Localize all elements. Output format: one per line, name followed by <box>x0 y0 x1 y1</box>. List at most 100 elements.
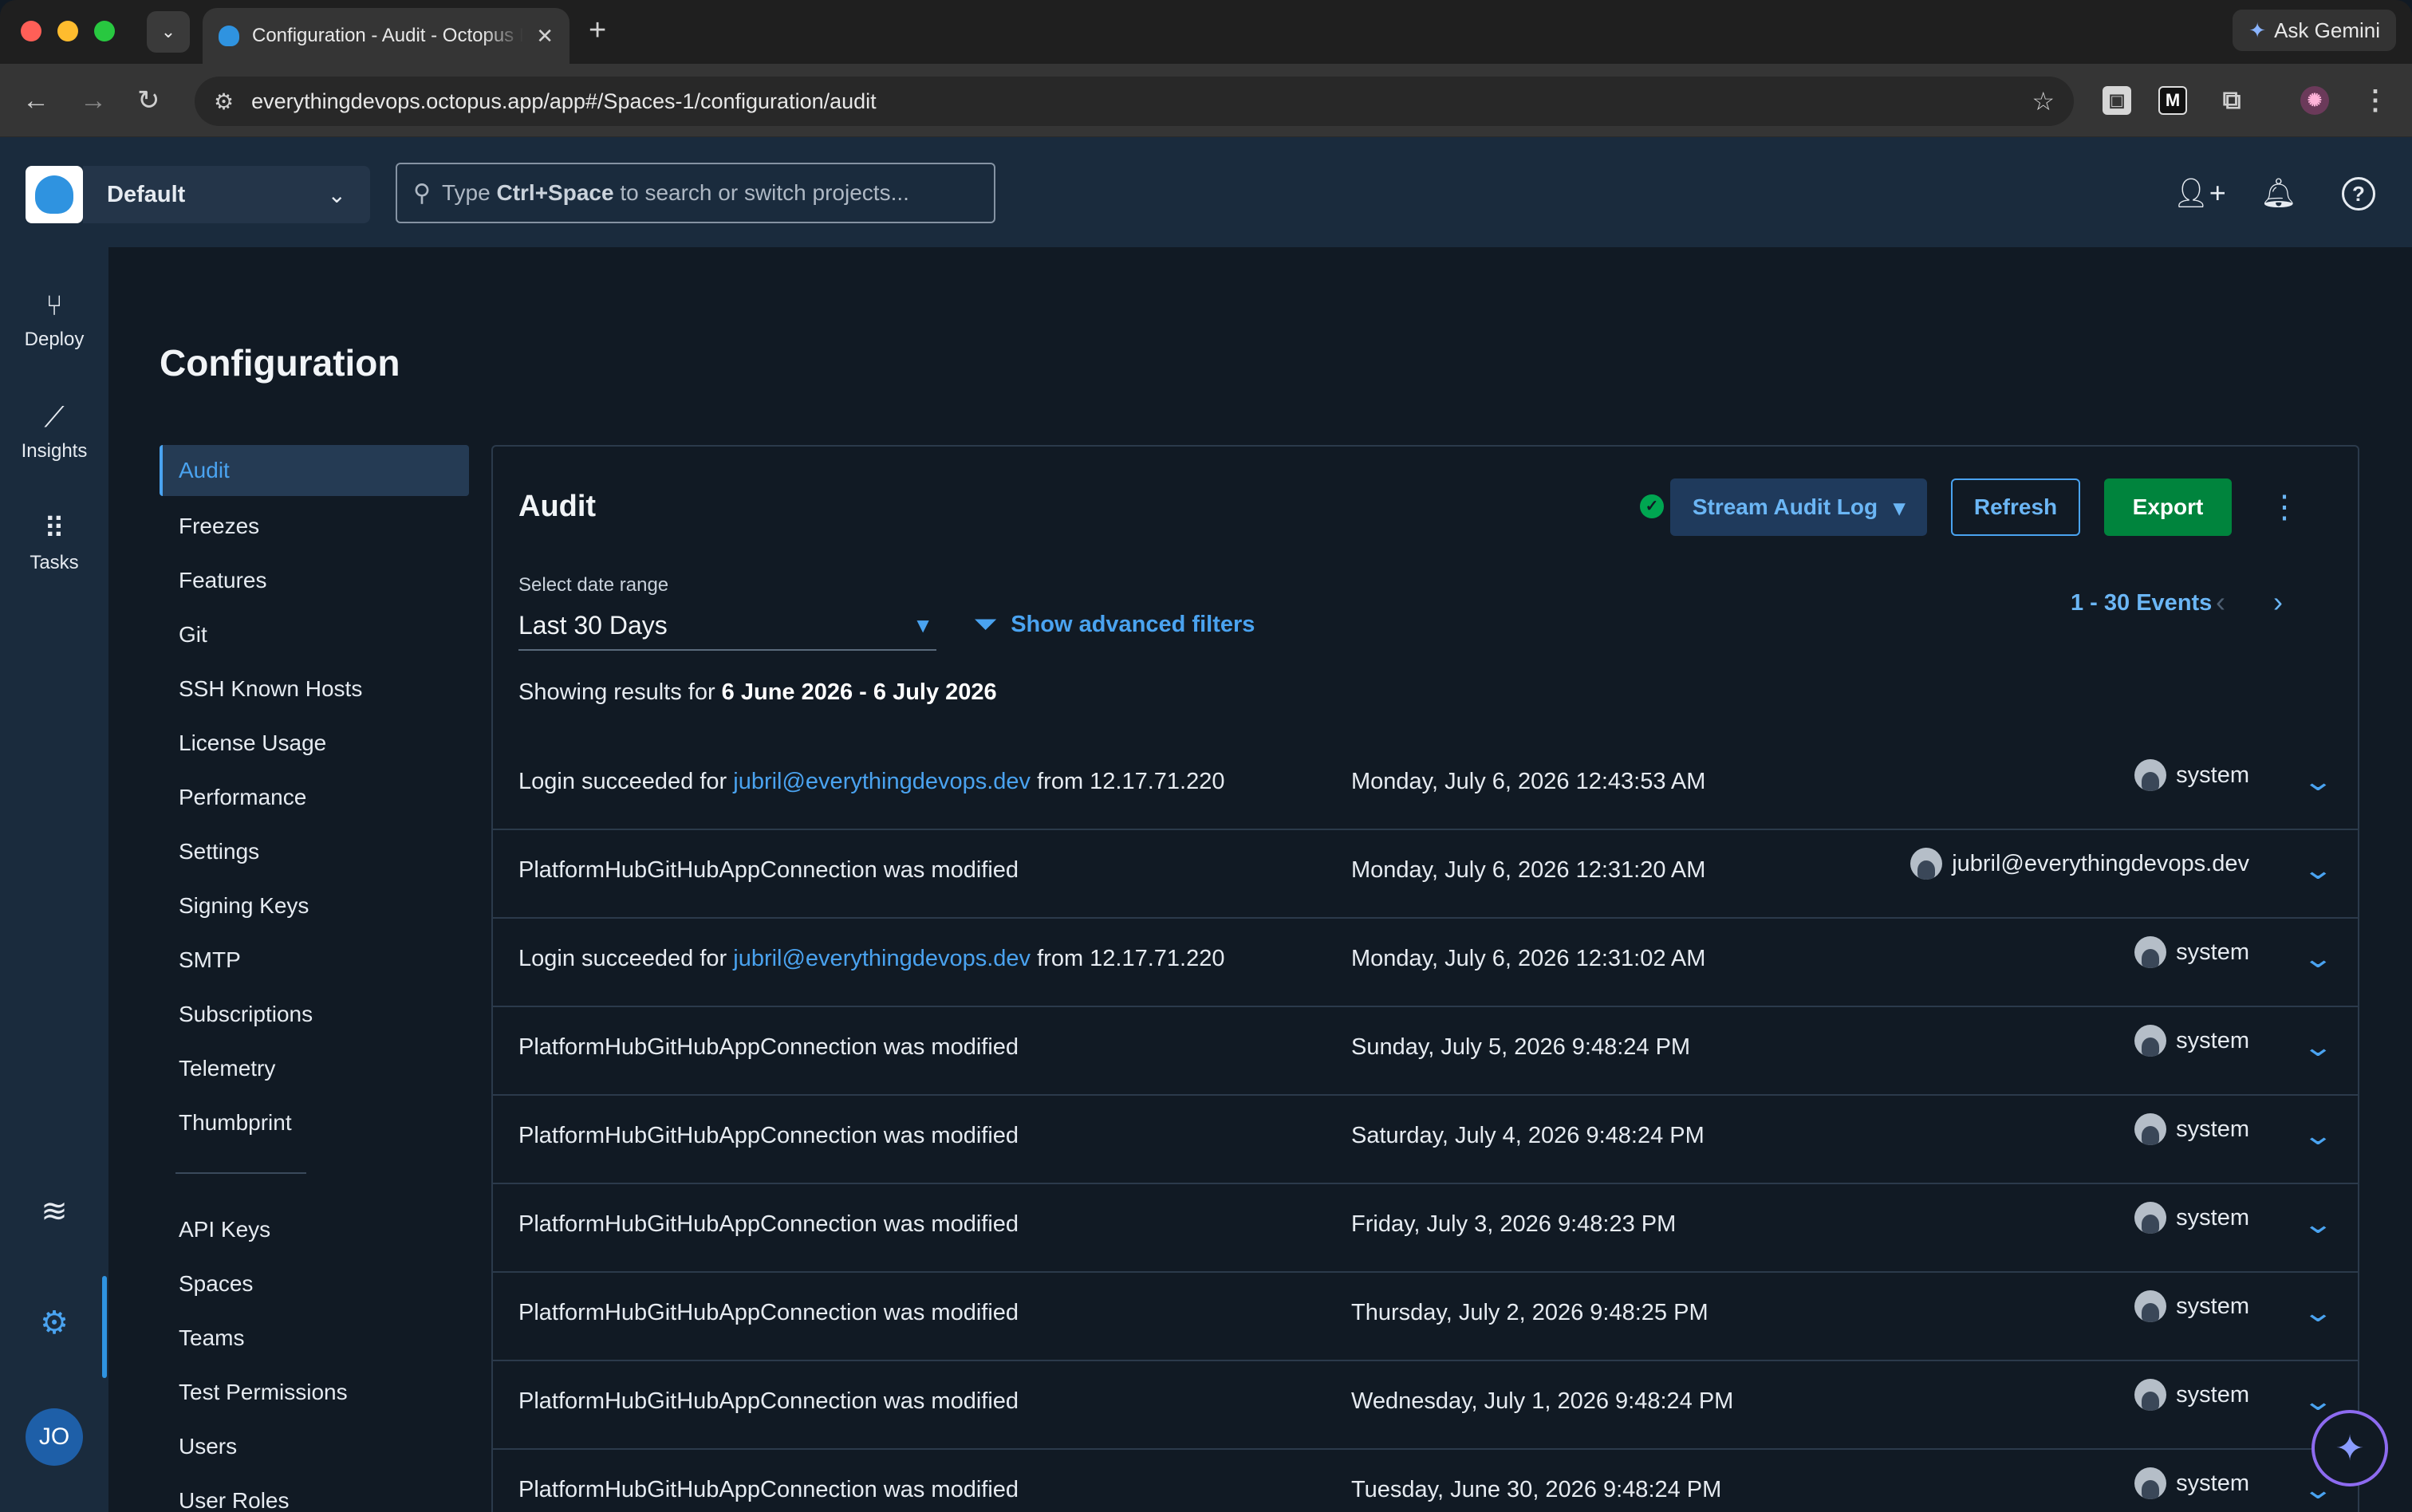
event-description: PlatformHubGitHubAppConnection was modif… <box>518 1123 1019 1149</box>
event-user: system <box>2134 1025 2249 1057</box>
event-text: PlatformHubGitHubAppConnection was modif… <box>518 857 1019 883</box>
layers-icon[interactable]: ≋ <box>0 1193 108 1230</box>
ask-gemini-button[interactable]: ✦ Ask Gemini <box>2233 10 2396 51</box>
user-avatar-icon <box>2134 936 2167 968</box>
subnav-item-telemetry[interactable]: Telemetry <box>160 1041 469 1096</box>
browser-tab-active[interactable]: Configuration - Audit - Octopus Deploy ✕ <box>203 8 570 64</box>
bitwarden-extension-icon[interactable]: ▣ <box>2103 86 2131 115</box>
app-header: Default ⌄ ⚲ Type Ctrl+Space to search or… <box>0 137 2412 247</box>
settings-gear-icon[interactable]: ⚙ <box>0 1305 108 1341</box>
subnav-item-test-permissions[interactable]: Test Permissions <box>160 1365 469 1419</box>
subnav-item-freezes[interactable]: Freezes <box>160 499 469 553</box>
subnav-item-user-roles[interactable]: User Roles <box>160 1474 469 1512</box>
user-email-link[interactable]: jubril@everythingdevops.dev <box>733 946 1031 971</box>
subnav-item-ssh-known-hosts[interactable]: SSH Known Hosts <box>160 662 469 716</box>
subnav-item-smtp[interactable]: SMTP <box>160 933 469 987</box>
event-description: PlatformHubGitHubAppConnection was modif… <box>518 1300 1019 1326</box>
subnav-item-thumbprint[interactable]: Thumbprint <box>160 1096 469 1150</box>
octopus-logo[interactable] <box>26 166 83 223</box>
chevron-left-icon[interactable]: ‹ <box>2216 585 2225 619</box>
site-settings-icon[interactable]: ⚙ <box>214 89 234 115</box>
expand-chevron-icon[interactable]: ⌄ <box>2302 1031 2334 1063</box>
subnav-item-teams[interactable]: Teams <box>160 1311 469 1365</box>
event-description: PlatformHubGitHubAppConnection was modif… <box>518 1211 1019 1238</box>
user-avatar[interactable]: JO <box>26 1408 83 1466</box>
user-email-link[interactable]: jubril@everythingdevops.dev <box>733 769 1031 794</box>
audit-event-row[interactable]: PlatformHubGitHubAppConnection was modif… <box>493 1361 2358 1450</box>
browser-menu-icon[interactable]: ⋮ <box>2361 85 2390 116</box>
subnav-item-audit[interactable]: Audit <box>160 445 469 496</box>
show-advanced-filters-link[interactable]: ⏷ Show advanced filters <box>975 609 1255 640</box>
rail-item-label: Insights <box>21 440 88 462</box>
main-content: Configuration Audit Freezes Features Git… <box>108 247 2412 1512</box>
subnav-item-git[interactable]: Git <box>160 608 469 662</box>
profile-avatar-icon[interactable]: ✺ <box>2300 86 2329 115</box>
subnav-item-spaces[interactable]: Spaces <box>160 1257 469 1311</box>
search-placeholder: Type Ctrl+Space to search or switch proj… <box>441 180 909 205</box>
rail-item-tasks[interactable]: ⠿ Tasks <box>0 512 108 574</box>
event-description: PlatformHubGitHubAppConnection was modif… <box>518 1477 1019 1503</box>
subnav-item-settings[interactable]: Settings <box>160 825 469 879</box>
subnav-item-license-usage[interactable]: License Usage <box>160 716 469 770</box>
audit-event-row[interactable]: PlatformHubGitHubAppConnection was modif… <box>493 1007 2358 1096</box>
bookmark-star-icon[interactable]: ☆ <box>2032 86 2055 116</box>
minimize-window-button[interactable] <box>57 21 78 41</box>
audit-panel: Audit ✓ Stream Audit Log ▾ Refresh Expor… <box>491 445 2359 1512</box>
close-tab-icon[interactable]: ✕ <box>536 24 554 49</box>
audit-event-row[interactable]: PlatformHubGitHubAppConnection was modif… <box>493 1273 2358 1361</box>
address-bar[interactable]: ⚙ everythingdevops.octopus.app/app#/Spac… <box>195 77 2074 126</box>
expand-chevron-icon[interactable]: ⌄ <box>2302 1120 2334 1152</box>
subnav-item-features[interactable]: Features <box>160 553 469 608</box>
more-options-icon[interactable]: ⋮ <box>2268 485 2300 530</box>
tab-search-button[interactable]: ⌄ <box>147 11 190 53</box>
subnav-item-users[interactable]: Users <box>160 1419 469 1474</box>
stream-audit-log-button[interactable]: Stream Audit Log ▾ <box>1670 478 1927 536</box>
add-user-icon[interactable]: 👤︎+ <box>2173 177 2226 209</box>
expand-chevron-icon[interactable]: ⌄ <box>2302 1385 2334 1417</box>
expand-chevron-icon[interactable]: ⌄ <box>2302 1297 2334 1329</box>
rail-item-deploy[interactable]: ⑂ Deploy <box>0 289 108 351</box>
url-text[interactable]: everythingdevops.octopus.app/app#/Spaces… <box>251 89 2032 114</box>
back-arrow-icon[interactable]: ← <box>22 83 49 118</box>
subnav-item-signing-keys[interactable]: Signing Keys <box>160 879 469 933</box>
event-timestamp: Thursday, July 2, 2026 9:48:25 PM <box>1351 1300 1708 1325</box>
export-button[interactable]: Export <box>2104 478 2232 536</box>
refresh-button[interactable]: Refresh <box>1951 478 2080 536</box>
audit-event-row[interactable]: PlatformHubGitHubAppConnection was modif… <box>493 830 2358 919</box>
event-text: Login succeeded for <box>518 946 734 971</box>
new-tab-button[interactable]: + <box>589 14 606 46</box>
m-extension-icon[interactable]: M <box>2158 86 2187 115</box>
space-selector[interactable]: Default ⌄ <box>83 166 370 223</box>
subnav-item-performance[interactable]: Performance <box>160 770 469 825</box>
audit-event-row[interactable]: PlatformHubGitHubAppConnection was modif… <box>493 1096 2358 1184</box>
event-user-name: system <box>2176 1293 2249 1319</box>
expand-chevron-icon[interactable]: ⌄ <box>2302 854 2334 886</box>
help-icon[interactable]: ? <box>2342 177 2375 211</box>
audit-event-row[interactable]: Login succeeded for jubril@everythingdev… <box>493 742 2358 830</box>
audit-event-row[interactable]: PlatformHubGitHubAppConnection was modif… <box>493 1450 2358 1512</box>
expand-chevron-icon[interactable]: ⌄ <box>2302 1208 2334 1240</box>
reload-icon[interactable]: ↻ <box>137 83 160 118</box>
ai-assistant-button[interactable]: ✦ <box>2312 1410 2388 1486</box>
maximize-window-button[interactable] <box>94 21 115 41</box>
date-range-select[interactable]: Last 30 Days ▼ <box>518 601 936 651</box>
rail-item-insights[interactable]: ⟋ Insights <box>0 400 108 463</box>
user-avatar-icon <box>2134 1025 2167 1057</box>
subnav-item-subscriptions[interactable]: Subscriptions <box>160 987 469 1041</box>
extensions-puzzle-icon[interactable]: ⧉ <box>2217 85 2246 115</box>
audit-event-row[interactable]: PlatformHubGitHubAppConnection was modif… <box>493 1184 2358 1273</box>
chevron-right-icon[interactable]: › <box>2273 585 2283 619</box>
forward-arrow-icon[interactable]: → <box>80 83 107 118</box>
subnav-item-api-keys[interactable]: API Keys <box>160 1203 469 1257</box>
event-timestamp: Wednesday, July 1, 2026 9:48:24 PM <box>1351 1388 1734 1414</box>
search-input[interactable]: ⚲ Type Ctrl+Space to search or switch pr… <box>396 163 995 223</box>
event-user-name: system <box>2176 1116 2249 1142</box>
event-text-suffix: from 12.17.71.220 <box>1031 946 1225 971</box>
expand-chevron-icon[interactable]: ⌄ <box>2302 766 2334 797</box>
bell-icon[interactable]: 🔔︎ <box>2260 177 2297 209</box>
expand-chevron-icon[interactable]: ⌄ <box>2302 943 2334 975</box>
audit-event-row[interactable]: Login succeeded for jubril@everythingdev… <box>493 919 2358 1007</box>
close-window-button[interactable] <box>21 21 41 41</box>
chevron-down-icon: ⌄ <box>327 182 346 207</box>
event-user-name: system <box>2176 1381 2249 1408</box>
